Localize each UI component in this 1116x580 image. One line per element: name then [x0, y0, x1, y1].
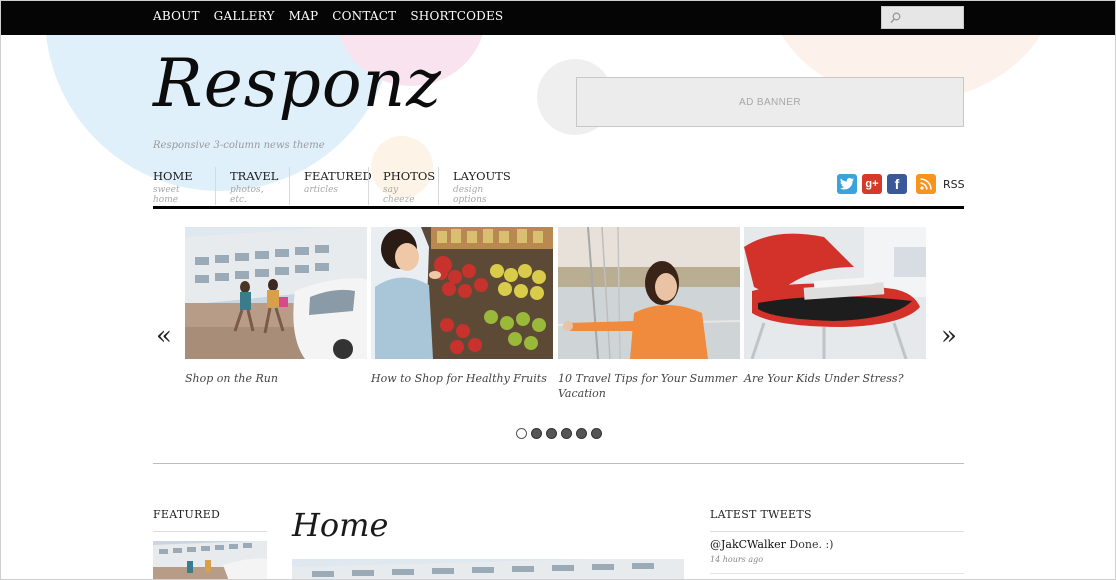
main-nav-photos[interactable]: PHOTOS say cheeze [368, 167, 438, 205]
slide-image[interactable] [744, 227, 926, 359]
main-nav-layouts[interactable]: LAYOUTS design options [438, 167, 522, 205]
slider-pagination [516, 428, 602, 439]
ad-banner-label: AD BANNER [739, 96, 801, 108]
facebook-icon[interactable]: f [887, 174, 907, 194]
ad-banner[interactable]: AD BANNER [576, 77, 964, 127]
rss-icon[interactable] [916, 174, 936, 194]
tweets-divider [710, 531, 964, 532]
search-input[interactable] [904, 9, 960, 26]
page-title: Home [292, 506, 389, 544]
slide-image[interactable] [371, 227, 553, 359]
top-bar: ABOUT GALLERY MAP CONTACT SHORTCODES [1, 1, 1115, 35]
main-nav-label: LAYOUTS [453, 169, 511, 183]
featured-heading: FEATURED [153, 508, 221, 521]
main-nav-label: HOME [153, 169, 193, 183]
slide-item[interactable]: 10 Travel Tips for Your Summer Vacation [558, 227, 740, 401]
slide-item[interactable]: Are Your Kids Under Stress? [744, 227, 926, 386]
tweet-user[interactable]: @JakCWalker [710, 538, 786, 551]
featured-divider [153, 531, 267, 532]
featured-thumbnail[interactable] [153, 541, 267, 579]
top-nav: ABOUT GALLERY MAP CONTACT SHORTCODES [153, 9, 503, 23]
top-nav-about[interactable]: ABOUT [153, 9, 200, 23]
tweet-item: @JakCWalker Done. :) [710, 538, 833, 551]
tweet-text: Done. :) [789, 538, 834, 551]
search-icon [890, 12, 901, 24]
latest-tweets-heading: LATEST TWEETS [710, 508, 812, 521]
slider-dot[interactable] [516, 428, 527, 439]
slide-item[interactable]: How to Shop for Healthy Fruits [371, 227, 553, 386]
slider-dot[interactable] [546, 428, 557, 439]
slide-caption[interactable]: 10 Travel Tips for Your Summer Vacation [558, 371, 740, 401]
search-box[interactable] [881, 6, 964, 29]
main-nav-sublabel: sweet home [153, 185, 180, 205]
rss-label[interactable]: RSS [943, 178, 965, 191]
main-nav-travel[interactable]: TRAVEL photos, etc. [215, 167, 289, 205]
slide-caption[interactable]: How to Shop for Healthy Fruits [371, 371, 553, 386]
twitter-icon[interactable] [837, 174, 857, 194]
main-nav-label: FEATURED [304, 169, 372, 183]
slider-dot[interactable] [576, 428, 587, 439]
social-links: g+ f RSS [837, 174, 965, 194]
slider-dot[interactable] [591, 428, 602, 439]
page: ABOUT GALLERY MAP CONTACT SHORTCODES Res… [0, 0, 1116, 580]
slider-next-arrow[interactable]: » [941, 323, 957, 349]
slide-caption[interactable]: Are Your Kids Under Stress? [744, 371, 926, 386]
tweet-time: 14 hours ago [710, 555, 764, 564]
main-nav: HOME sweet home TRAVEL photos, etc. FEAT… [153, 167, 522, 205]
google-plus-icon[interactable]: g+ [862, 174, 882, 194]
main-nav-featured[interactable]: FEATURED articles [289, 167, 372, 205]
top-nav-map[interactable]: MAP [289, 9, 319, 23]
top-nav-gallery[interactable]: GALLERY [214, 9, 275, 23]
top-nav-contact[interactable]: CONTACT [332, 9, 396, 23]
slide-item[interactable]: Shop on the Run [185, 227, 367, 386]
main-nav-sublabel: photos, etc. [230, 185, 264, 205]
site-logo[interactable]: Responz [153, 45, 442, 122]
main-nav-sublabel: design options [453, 185, 487, 205]
slider-dot[interactable] [531, 428, 542, 439]
main-nav-label: TRAVEL [230, 169, 279, 183]
section-divider [153, 463, 964, 464]
slider-prev-arrow[interactable]: « [156, 323, 172, 349]
home-feature-image[interactable] [292, 559, 684, 579]
main-nav-sublabel: articles [304, 185, 339, 195]
main-nav-home[interactable]: HOME sweet home [153, 167, 215, 205]
site-tagline: Responsive 3-column news theme [153, 140, 325, 151]
tweet-divider [710, 573, 964, 574]
slide-image[interactable] [558, 227, 740, 359]
top-nav-shortcodes[interactable]: SHORTCODES [410, 9, 503, 23]
main-nav-sublabel: say cheeze [383, 185, 415, 205]
slider-dot[interactable] [561, 428, 572, 439]
slide-caption[interactable]: Shop on the Run [185, 371, 367, 386]
main-nav-label: PHOTOS [383, 169, 436, 183]
slide-image[interactable] [185, 227, 367, 359]
header-divider [153, 206, 964, 209]
